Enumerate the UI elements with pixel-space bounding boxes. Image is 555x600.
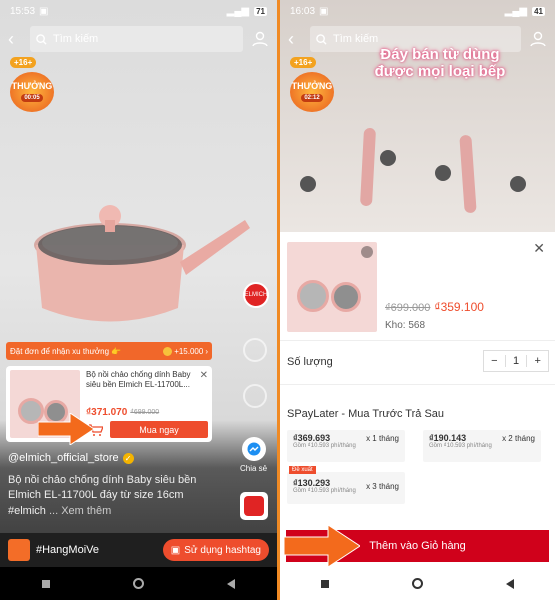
reward-badge[interactable]: +16+ THƯỞNG 02:12 bbox=[290, 52, 338, 112]
expand-icon[interactable] bbox=[361, 246, 373, 258]
product-old-price: ₫699.000 bbox=[130, 409, 160, 416]
search-icon bbox=[316, 33, 327, 45]
search-placeholder: Tìm kiếm bbox=[53, 33, 99, 45]
home-icon[interactable] bbox=[132, 578, 144, 589]
hero-caption: Đáy bán từ dùng được mọi loại bếp bbox=[374, 46, 506, 81]
hashtag-bar: #HangMoiVe ▣ Sử dụng hashtag bbox=[0, 533, 277, 567]
use-hashtag-label: Sử dụng hashtag bbox=[184, 544, 261, 556]
chevron-right-icon: › bbox=[205, 346, 208, 356]
reward-title: THƯỞNG bbox=[291, 81, 333, 91]
user-icon[interactable] bbox=[251, 30, 269, 48]
home-icon[interactable] bbox=[411, 578, 423, 589]
status-bar: 16:03 ▣ ▂▄▆ 41 bbox=[280, 0, 555, 22]
plan-fee: Gồm ₫10.593 phí/tháng bbox=[429, 443, 492, 449]
search-placeholder: Tìm kiếm bbox=[333, 33, 379, 45]
system-nav-bar bbox=[280, 567, 555, 600]
battery-level: 71 bbox=[254, 6, 267, 16]
product-card[interactable]: ✕ Bộ nồi chảo chống dính Baby siêu bền E… bbox=[6, 366, 212, 442]
back-arrow-icon[interactable]: ‹ bbox=[8, 29, 22, 50]
search-icon bbox=[36, 33, 47, 45]
gallery-icon: ▣ bbox=[39, 5, 49, 17]
variation-sheet: ✕ ₫699.000 ₫359.100 Kho: 568 Số lượng − … bbox=[280, 232, 555, 567]
top-bar: ‹ Tìm kiếm bbox=[8, 26, 269, 52]
reward-badge[interactable]: +16+ THƯỞNG 00:05 bbox=[10, 52, 58, 112]
divider bbox=[280, 340, 555, 341]
video-description: Bộ nồi chảo chống dính Baby siêu bền Elm… bbox=[8, 473, 223, 519]
sheet-price: ₫359.100 bbox=[434, 300, 484, 314]
increase-button[interactable]: + bbox=[527, 355, 548, 367]
shop-icon bbox=[244, 496, 264, 516]
pointer-arrow bbox=[38, 413, 94, 445]
coin-count: +16+ bbox=[290, 57, 317, 68]
shop-logo-button[interactable]: ELMICH bbox=[243, 282, 269, 308]
system-nav-bar bbox=[0, 567, 277, 600]
back-icon[interactable] bbox=[227, 578, 236, 589]
user-icon[interactable] bbox=[529, 30, 547, 48]
saucepan-image bbox=[34, 205, 250, 322]
gallery-icon: ▣ bbox=[319, 5, 329, 17]
shop-thumbnail-button[interactable] bbox=[240, 492, 268, 520]
plan-months: x 1 tháng bbox=[366, 434, 399, 443]
share-button[interactable]: Chia sẻ bbox=[240, 437, 267, 473]
pointer-arrow bbox=[284, 525, 360, 567]
comment-icon bbox=[243, 384, 267, 408]
recommended-badge: Đề xuất bbox=[289, 466, 316, 474]
installment-option-2[interactable]: ₫190.143 Gồm ₫10.593 phí/tháng x 2 tháng bbox=[423, 430, 541, 462]
buy-now-button[interactable]: Mua ngay bbox=[110, 421, 208, 438]
promo-coins: +15.000 bbox=[174, 346, 204, 356]
close-icon[interactable]: ✕ bbox=[200, 370, 208, 381]
divider bbox=[280, 384, 555, 385]
messenger-icon bbox=[241, 437, 266, 461]
video-plus-icon: ▣ bbox=[170, 544, 181, 556]
left-screen: 15:53 ▣ ▂▄▆ 71 ‹ Tìm kiếm +16+ THƯỞNG 00:05… bbox=[0, 0, 277, 600]
status-bar: 15:53 ▣ ▂▄▆ 71 bbox=[0, 0, 277, 22]
heart-icon bbox=[243, 338, 267, 362]
like-button[interactable] bbox=[243, 338, 267, 362]
reward-timer: 02:12 bbox=[301, 94, 323, 102]
product-title: Bộ nồi chảo chống dính Baby siêu bền Elm… bbox=[86, 370, 191, 389]
product-thumbnail[interactable] bbox=[287, 242, 377, 332]
reward-title: THƯỞNG bbox=[11, 81, 53, 91]
signal-icon: ▂▄▆ bbox=[504, 5, 528, 17]
promo-text: Đặt đơn để nhận xu thưởng 👉 bbox=[10, 346, 122, 356]
share-label: Chia sẻ bbox=[240, 464, 268, 473]
plan-fee: Gồm ₫10.593 phí/tháng bbox=[293, 443, 356, 449]
verified-icon: ✓ bbox=[122, 452, 134, 464]
hashtag-text[interactable]: #HangMoiVe bbox=[36, 544, 99, 556]
coin-icon bbox=[163, 346, 173, 356]
right-screen: 16:03 ▣ ▂▄▆ 41 ‹ Tìm kiếm +16+ THƯỞNG 02:12… bbox=[280, 0, 555, 600]
battery-level: 41 bbox=[532, 6, 545, 16]
search-input[interactable]: Tìm kiếm bbox=[30, 26, 243, 52]
plan-months: x 3 tháng bbox=[366, 482, 399, 491]
shop-link[interactable]: @elmich_official_store ✓ bbox=[8, 452, 134, 464]
coin-count: +16+ bbox=[10, 57, 37, 68]
spaylater-title: SPayLater - Mua Trước Trả Sau bbox=[287, 408, 445, 420]
quantity-value[interactable]: 1 bbox=[504, 355, 528, 367]
see-more-link[interactable]: ... Xem thêm bbox=[49, 505, 111, 517]
hashtag-image bbox=[8, 539, 30, 561]
installment-option-1[interactable]: ₫369.693 Gồm ₫10.593 phí/tháng x 1 tháng bbox=[287, 430, 405, 462]
stock-count: Kho: 568 bbox=[385, 320, 426, 331]
recents-icon[interactable] bbox=[321, 579, 330, 588]
recents-icon[interactable] bbox=[41, 579, 50, 588]
back-icon[interactable] bbox=[505, 578, 514, 589]
back-arrow-icon[interactable]: ‹ bbox=[288, 29, 302, 50]
use-hashtag-button[interactable]: ▣ Sử dụng hashtag bbox=[162, 539, 269, 561]
status-time: 15:53 bbox=[10, 5, 36, 17]
coin-promo-banner[interactable]: Đặt đơn để nhận xu thưởng 👉 +15.000 › bbox=[6, 342, 212, 360]
elmich-logo-icon: ELMICH bbox=[243, 282, 269, 308]
status-time: 16:03 bbox=[290, 5, 316, 17]
comment-button[interactable] bbox=[243, 384, 267, 408]
quantity-label: Số lượng bbox=[287, 356, 333, 368]
decrease-button[interactable]: − bbox=[484, 355, 505, 367]
plan-months: x 2 tháng bbox=[502, 434, 535, 443]
sheet-old-price: ₫699.000 bbox=[385, 302, 431, 314]
installment-option-3[interactable]: Đề xuất ₫130.293 Gồm ₫10.593 phí/tháng x… bbox=[287, 466, 405, 504]
shop-name: @elmich_official_store bbox=[8, 452, 119, 464]
quantity-stepper[interactable]: − 1 + bbox=[483, 350, 549, 372]
signal-icon: ▂▄▆ bbox=[226, 5, 250, 17]
reward-timer: 00:05 bbox=[21, 94, 43, 102]
close-icon[interactable]: ✕ bbox=[533, 240, 545, 257]
